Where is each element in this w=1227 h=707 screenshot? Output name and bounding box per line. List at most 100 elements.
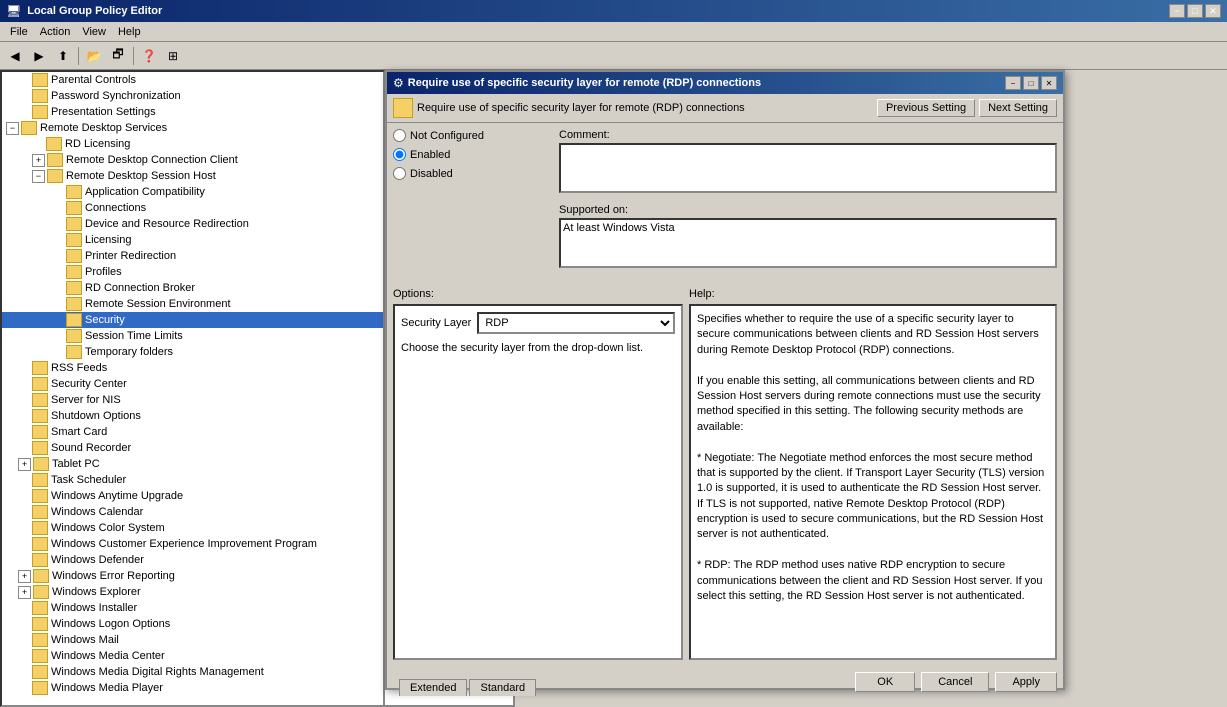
up-button[interactable]: ⬆ bbox=[52, 45, 74, 67]
expand-icon[interactable]: + bbox=[18, 570, 31, 583]
security-layer-select[interactable]: RDP Negotiate SSL (TLS 1.0) bbox=[477, 312, 675, 334]
tree-item-rd-licensing[interactable]: RD Licensing bbox=[2, 136, 383, 152]
tree-item-rd-session-host[interactable]: − Remote Desktop Session Host bbox=[2, 168, 383, 184]
dialog-nav-icon bbox=[393, 98, 413, 118]
radio-not-configured-input[interactable] bbox=[393, 129, 406, 142]
supported-value-text: At least Windows Vista bbox=[563, 222, 675, 234]
security-layer-row: Security Layer RDP Negotiate SSL (TLS 1.… bbox=[401, 312, 675, 334]
tree-item-windows-mail[interactable]: Windows Mail bbox=[2, 632, 383, 648]
tree-item-password-sync[interactable]: Password Synchronization bbox=[2, 88, 383, 104]
tree-item-temporary-folders[interactable]: Temporary folders bbox=[2, 344, 383, 360]
tree-item-windows-customer-exp[interactable]: Windows Customer Experience Improvement … bbox=[2, 536, 383, 552]
tab-extended[interactable]: Extended bbox=[399, 679, 467, 696]
radio-not-configured[interactable]: Not Configured bbox=[393, 129, 553, 142]
tree-label: Windows Logon Options bbox=[51, 618, 170, 630]
tree-item-windows-media-center[interactable]: Windows Media Center bbox=[2, 648, 383, 664]
tree-item-remote-session-env[interactable]: Remote Session Environment bbox=[2, 296, 383, 312]
tree-item-windows-media-player[interactable]: Windows Media Player bbox=[2, 680, 383, 696]
tree-item-task-scheduler[interactable]: Task Scheduler bbox=[2, 472, 383, 488]
tree-item-security[interactable]: Security bbox=[2, 312, 383, 328]
tree-item-windows-media-drm[interactable]: Windows Media Digital Rights Management bbox=[2, 664, 383, 680]
tree-label: Remote Desktop Services bbox=[40, 122, 167, 134]
right-area: Security Require use of specific securit… bbox=[385, 70, 1227, 707]
main-layout: Parental Controls Password Synchronizati… bbox=[0, 70, 1227, 707]
tree-item-rd-connection-client[interactable]: + Remote Desktop Connection Client bbox=[2, 152, 383, 168]
menu-help[interactable]: Help bbox=[112, 25, 147, 39]
app-icon: 🖥 bbox=[6, 4, 21, 18]
tree-item-windows-installer[interactable]: Windows Installer bbox=[2, 600, 383, 616]
radio-disabled-input[interactable] bbox=[393, 167, 406, 180]
filter-button[interactable]: ⊞ bbox=[162, 45, 184, 67]
cancel-button[interactable]: Cancel bbox=[921, 672, 989, 692]
folder-icon bbox=[66, 233, 82, 247]
expand-icon[interactable]: + bbox=[32, 154, 45, 167]
tree-item-smart-card[interactable]: Smart Card bbox=[2, 424, 383, 440]
tree-item-windows-defender[interactable]: Windows Defender bbox=[2, 552, 383, 568]
folder-icon bbox=[32, 681, 48, 695]
tab-standard[interactable]: Standard bbox=[469, 679, 536, 696]
tree-item-server-nis[interactable]: Server for NIS bbox=[2, 392, 383, 408]
tree-item-windows-explorer[interactable]: + Windows Explorer bbox=[2, 584, 383, 600]
comment-textarea[interactable] bbox=[559, 143, 1057, 193]
dialog-maximize-button[interactable]: □ bbox=[1023, 76, 1039, 90]
menu-action[interactable]: Action bbox=[34, 25, 77, 39]
tree-item-licensing[interactable]: Licensing bbox=[2, 232, 383, 248]
expand-icon[interactable]: + bbox=[18, 458, 31, 471]
tree-item-windows-logon-options[interactable]: Windows Logon Options bbox=[2, 616, 383, 632]
tree-item-windows-calendar[interactable]: Windows Calendar bbox=[2, 504, 383, 520]
tree-item-remote-desktop[interactable]: − Remote Desktop Services bbox=[2, 120, 383, 136]
tree-item-rd-connection-broker[interactable]: RD Connection Broker bbox=[2, 280, 383, 296]
tree-item-rss-feeds[interactable]: RSS Feeds bbox=[2, 360, 383, 376]
dialog-minimize-button[interactable]: − bbox=[1005, 76, 1021, 90]
help-button[interactable]: ❓ bbox=[138, 45, 160, 67]
radio-disabled[interactable]: Disabled bbox=[393, 167, 553, 180]
new-window-button[interactable]: 🗗 bbox=[107, 45, 129, 67]
tree-item-windows-error-reporting[interactable]: + Windows Error Reporting bbox=[2, 568, 383, 584]
tree-label: Remote Desktop Connection Client bbox=[66, 154, 238, 166]
tree-label: Sound Recorder bbox=[51, 442, 131, 454]
folder-icon bbox=[66, 201, 82, 215]
expand-icon[interactable]: + bbox=[18, 586, 31, 599]
tree-item-shutdown-options[interactable]: Shutdown Options bbox=[2, 408, 383, 424]
tree-item-device-redirection[interactable]: Device and Resource Redirection bbox=[2, 216, 383, 232]
dialog-close-button[interactable]: ✕ bbox=[1041, 76, 1057, 90]
forward-button[interactable]: ▶ bbox=[28, 45, 50, 67]
tree-item-parental-controls[interactable]: Parental Controls bbox=[2, 72, 383, 88]
expand-icon[interactable]: − bbox=[32, 170, 45, 183]
folder-icon bbox=[32, 537, 48, 551]
tree-item-connections[interactable]: Connections bbox=[2, 200, 383, 216]
next-setting-button[interactable]: Next Setting bbox=[979, 99, 1057, 117]
previous-setting-button[interactable]: Previous Setting bbox=[877, 99, 975, 117]
menu-view[interactable]: View bbox=[76, 25, 112, 39]
setting-dialog: ⚙ Require use of specific security layer… bbox=[385, 70, 1065, 690]
tree-label: Parental Controls bbox=[51, 74, 136, 86]
expand-icon[interactable]: − bbox=[6, 122, 19, 135]
back-button[interactable]: ◀ bbox=[4, 45, 26, 67]
tree-item-profiles[interactable]: Profiles bbox=[2, 264, 383, 280]
tree-item-windows-anytime[interactable]: Windows Anytime Upgrade bbox=[2, 488, 383, 504]
apply-button[interactable]: Apply bbox=[995, 672, 1057, 692]
minimize-button[interactable]: − bbox=[1169, 4, 1185, 18]
tree-item-printer-redirection[interactable]: Printer Redirection bbox=[2, 248, 383, 264]
folder-icon bbox=[66, 185, 82, 199]
tree-item-presentation[interactable]: Presentation Settings bbox=[2, 104, 383, 120]
tree-panel[interactable]: Parental Controls Password Synchronizati… bbox=[0, 70, 385, 707]
tree-label: Windows Calendar bbox=[51, 506, 143, 518]
ok-button[interactable]: OK bbox=[855, 672, 915, 692]
tree-item-tablet-pc[interactable]: + Tablet PC bbox=[2, 456, 383, 472]
radio-enabled[interactable]: Enabled bbox=[393, 148, 553, 161]
tree-item-windows-color-system[interactable]: Windows Color System bbox=[2, 520, 383, 536]
menu-file[interactable]: File bbox=[4, 25, 34, 39]
tree-item-security-center[interactable]: Security Center bbox=[2, 376, 383, 392]
radio-enabled-input[interactable] bbox=[393, 148, 406, 161]
tree-item-sound-recorder[interactable]: Sound Recorder bbox=[2, 440, 383, 456]
tree-item-session-time-limits[interactable]: Session Time Limits bbox=[2, 328, 383, 344]
folder-icon bbox=[32, 441, 48, 455]
tree-item-app-compat[interactable]: Application Compatibility bbox=[2, 184, 383, 200]
app-title: Local Group Policy Editor bbox=[27, 5, 1163, 17]
toolbar-separator-1 bbox=[78, 47, 79, 65]
security-layer-label: Security Layer bbox=[401, 317, 471, 329]
show-hide-button[interactable]: 📂 bbox=[83, 45, 105, 67]
close-button[interactable]: ✕ bbox=[1205, 4, 1221, 18]
maximize-button[interactable]: □ bbox=[1187, 4, 1203, 18]
